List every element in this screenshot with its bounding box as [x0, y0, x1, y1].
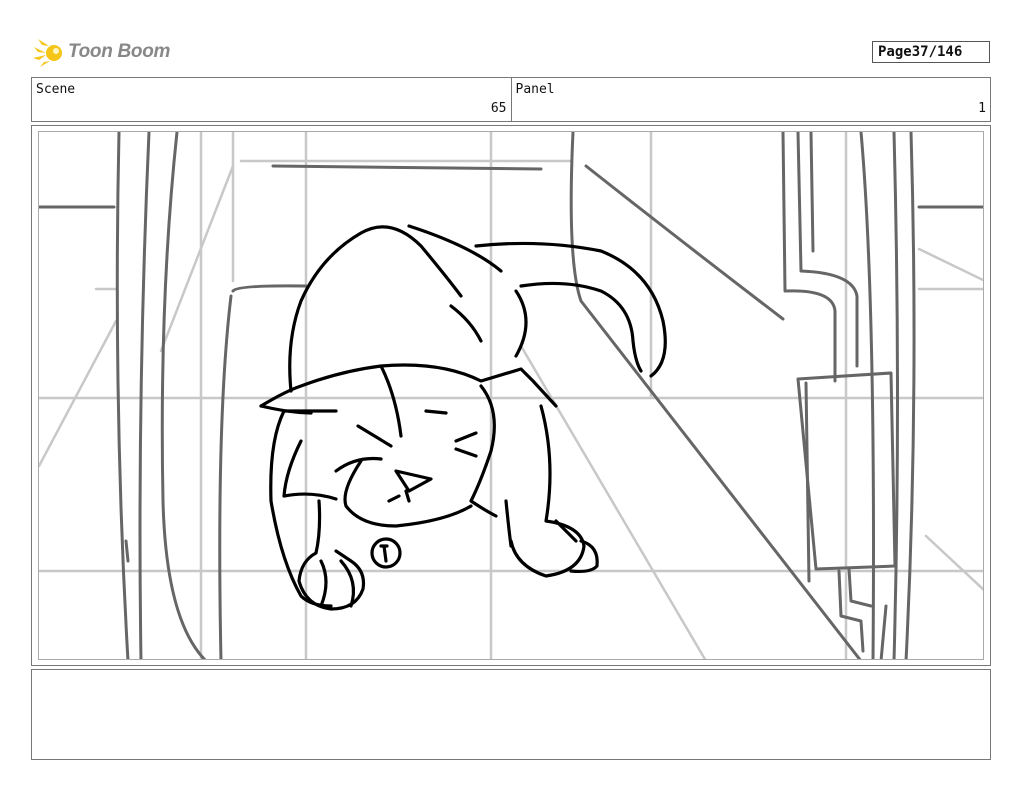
scene-label: Scene	[36, 82, 76, 97]
perspective-guides	[39, 132, 983, 659]
panel-number: 1	[978, 101, 986, 116]
scene-panel-header: Scene 65 Panel 1	[31, 77, 991, 122]
panel-drawing-area	[38, 131, 984, 660]
cat-sketch	[259, 224, 667, 611]
panel-cell: Panel 1	[510, 78, 991, 121]
page-label: Page	[878, 44, 912, 60]
logo-text: Toon Boom	[68, 41, 171, 62]
page-value: 37/146	[911, 44, 963, 60]
page-indicator: Page 37/146	[872, 41, 990, 63]
scene-cell: Scene 65	[32, 78, 511, 121]
panel-notes-area	[31, 669, 991, 760]
background-architecture	[39, 132, 983, 659]
storyboard-sketch	[39, 132, 983, 659]
panel-label: Panel	[515, 82, 555, 97]
scene-number: 65	[490, 101, 507, 116]
